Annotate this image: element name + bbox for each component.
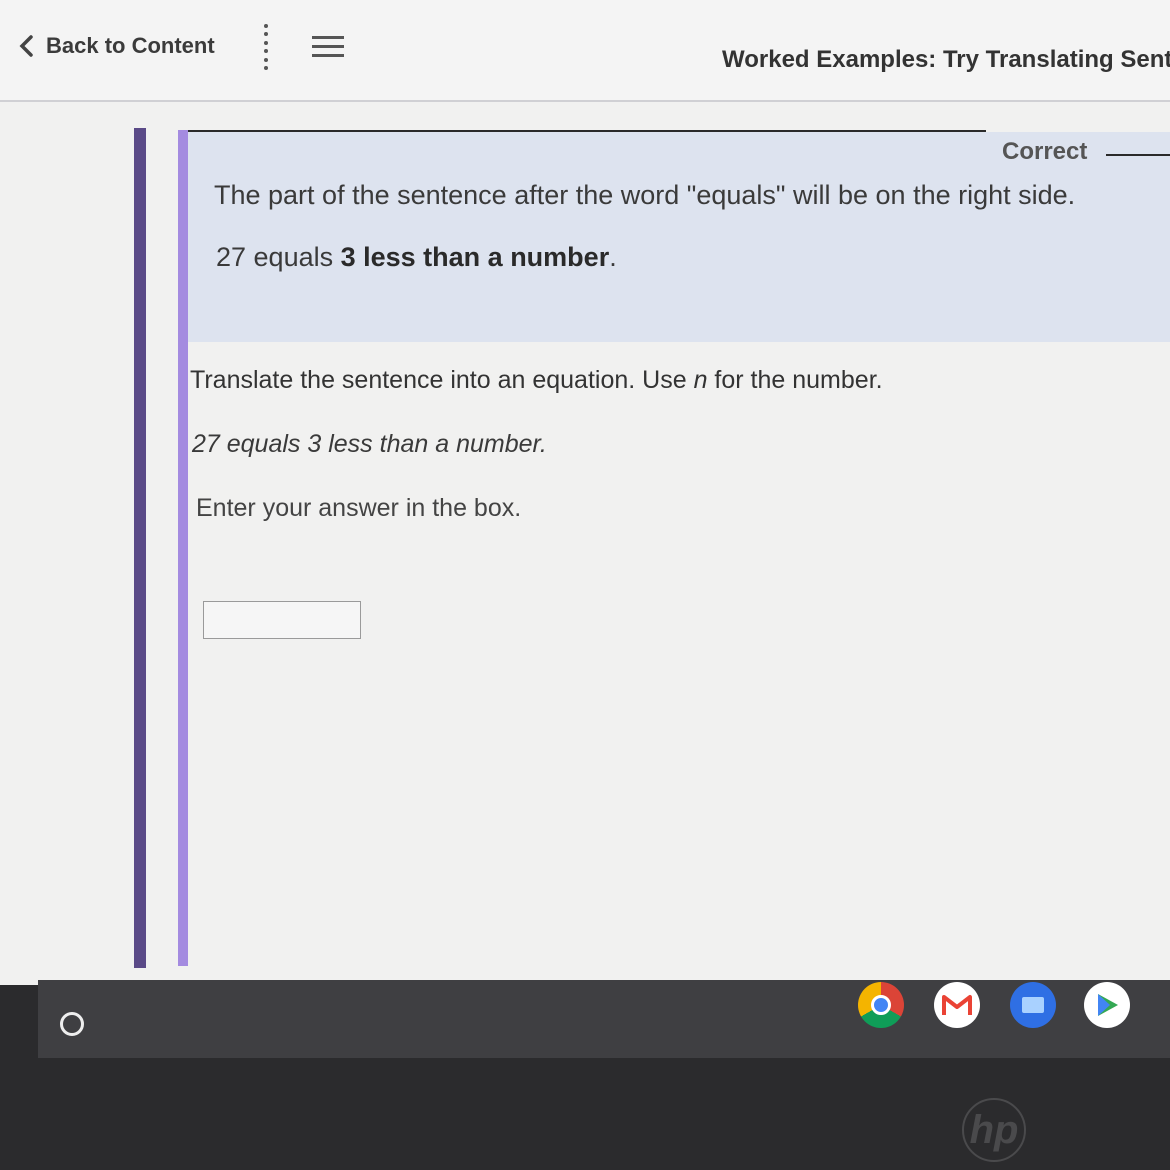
feedback-example-bold: 3 less than a number [340,242,610,272]
hp-logo: hp [962,1098,1026,1162]
answer-input[interactable] [203,601,361,639]
feedback-example: 27 equals 3 less than a number. [216,242,617,272]
chevron-left-icon [19,35,33,57]
top-bar: Back to Content Worked Examples: Try Tra… [0,0,1170,102]
question-prompt: Translate the sentence into an equation.… [190,366,883,394]
play-store-icon[interactable] [1084,982,1130,1028]
back-label: Back to Content [46,33,215,58]
launcher-icon[interactable] [60,1012,84,1036]
back-to-content-button[interactable]: Back to Content [18,30,215,62]
answer-instruction: Enter your answer in the box. [196,494,522,522]
files-icon[interactable] [1010,982,1056,1028]
page-title: Worked Examples: Try Translating Senten [722,46,1170,73]
variable-n: n [693,366,708,394]
question-accent-bar [178,130,188,966]
feedback-explanation: The part of the sentence after the word … [214,180,1076,210]
hamburger-menu-icon[interactable] [312,36,344,60]
more-options-icon[interactable] [254,24,278,70]
content-left-accent [134,128,146,968]
feedback-divider [180,130,986,132]
status-label: Correct [1002,138,1088,165]
chrome-icon[interactable] [858,982,904,1028]
question-sentence: 27 equals 3 less than a number. [192,430,547,458]
screen: Back to Content Worked Examples: Try Tra… [0,0,1170,985]
feedback-divider-right [1106,154,1170,156]
gmail-icon[interactable] [934,982,980,1028]
os-shelf [38,980,1170,1058]
